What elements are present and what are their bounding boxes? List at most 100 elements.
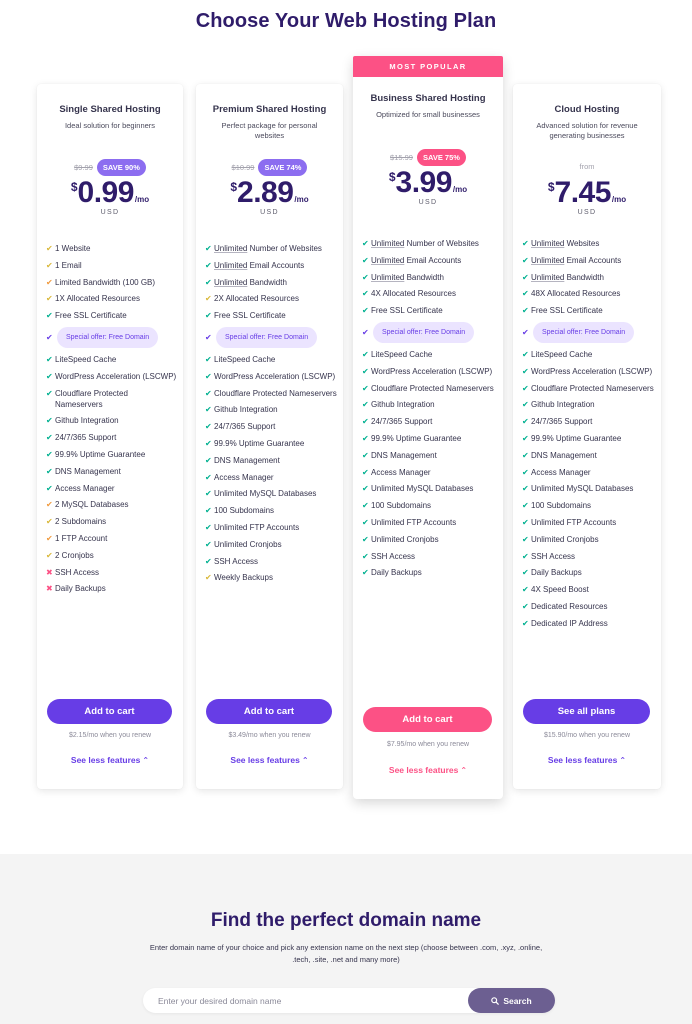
- feature-item: ✔ DNS Management: [46, 466, 177, 477]
- feature-item-special-offer: ✔ Special offer: Free Domain: [46, 326, 177, 348]
- check-icon: ✔: [362, 417, 369, 427]
- feature-label: Websites: [564, 239, 600, 248]
- feature-text: WordPress Acceleration (LSCWP): [531, 366, 652, 377]
- see-less-features-link[interactable]: See less features ⌃: [353, 765, 503, 775]
- feature-tooltip-term[interactable]: Unlimited: [371, 239, 404, 248]
- check-icon: ✔: [46, 244, 53, 253]
- check-icon: ✔: [46, 388, 53, 398]
- plan-description: Ideal solution for beginners: [64, 121, 156, 130]
- feature-item: ✔ Daily Backups: [362, 567, 497, 578]
- feature-item: ✔ Unlimited FTP Accounts: [522, 517, 655, 528]
- check-icon: ✔: [522, 568, 529, 578]
- feature-text: Access Manager: [55, 483, 115, 494]
- feature-item: ✔ Free SSL Certificate: [362, 305, 497, 316]
- check-icon: ✔: [46, 466, 53, 476]
- feature-label: Unlimited FTP Accounts: [214, 522, 300, 532]
- feature-text: Unlimited Cronjobs: [214, 539, 282, 550]
- feature-text: Access Manager: [531, 467, 591, 478]
- check-icon: ✔: [522, 349, 529, 359]
- discount-row: $9.99 SAVE 90%: [37, 158, 183, 176]
- check-icon: ✔: [522, 585, 529, 595]
- see-less-features-link[interactable]: See less features ⌃: [37, 755, 183, 765]
- feature-tooltip-term[interactable]: Unlimited: [531, 239, 564, 248]
- check-icon: ✔: [362, 484, 369, 494]
- see-less-features-link[interactable]: See less features ⌃: [196, 755, 343, 765]
- feature-tooltip-term[interactable]: Unlimited: [214, 261, 247, 270]
- feature-tooltip-term[interactable]: Unlimited: [214, 278, 247, 287]
- feature-tooltip-term[interactable]: Unlimited: [531, 273, 564, 282]
- feature-item: ✔ Free SSL Certificate: [205, 310, 337, 321]
- feature-label: 24/7/365 Support: [55, 433, 117, 443]
- feature-item: ✔ Cloudflare Protected Nameservers: [362, 383, 497, 394]
- feature-label: Number of Websites: [247, 244, 322, 253]
- price-amount: 3.99: [395, 166, 453, 199]
- feature-label: Daily Backups: [55, 584, 106, 594]
- feature-text: Cloudflare Protected Nameservers: [371, 383, 494, 394]
- feature-label: Access Manager: [214, 472, 274, 482]
- feature-label: SSH Access: [531, 551, 576, 561]
- check-icon: ✔: [205, 260, 212, 270]
- feature-item: ✔ Unlimited MySQL Databases: [205, 488, 337, 499]
- check-icon: ✔: [205, 354, 212, 364]
- feature-text: Unlimited FTP Accounts: [371, 517, 456, 528]
- domain-title: Find the perfect domain name: [210, 910, 482, 931]
- check-icon: ✔: [522, 417, 529, 427]
- feature-list: ✔ Unlimited Number of Websites ✔ Unlimited …: [205, 243, 337, 589]
- feature-item: ✔ LiteSpeed Cache: [46, 354, 177, 365]
- chevron-up-icon: ⌃: [460, 766, 468, 775]
- check-icon: ✔: [522, 618, 529, 628]
- feature-label: 24/7/365 Support: [371, 417, 433, 427]
- special-offer-badge: Special offer: Free Domain: [57, 326, 159, 348]
- check-icon: ✔: [205, 438, 212, 448]
- feature-list: ✔ Unlimited Number of Websites ✔ Unlimited …: [362, 238, 497, 584]
- check-icon: ✔: [205, 311, 212, 321]
- feature-text: Cloudflare Protected Nameservers: [531, 383, 654, 394]
- feature-text: Unlimited Bandwidth: [214, 277, 287, 288]
- feature-item: ✔ Unlimited MySQL Databases: [362, 483, 497, 494]
- feature-tooltip-term[interactable]: Unlimited: [371, 256, 404, 265]
- feature-tooltip-term[interactable]: Unlimited: [214, 244, 247, 253]
- add-to-cart-button[interactable]: Add to cart: [47, 699, 172, 724]
- feature-label: Unlimited MySQL Databases: [214, 489, 317, 499]
- see-all-plans-button[interactable]: See all plans: [523, 699, 650, 724]
- feature-item: ✔ Unlimited Email Accounts: [522, 255, 655, 266]
- feature-label: SSH Access: [214, 556, 259, 566]
- feature-label: SSH Access: [371, 551, 416, 561]
- see-less-label: See less features: [388, 765, 459, 775]
- price-amount: 0.99: [77, 176, 135, 209]
- discount-row: $10.99 SAVE 74%: [196, 158, 343, 176]
- check-icon: ✔: [205, 556, 212, 566]
- check-icon: ✔: [46, 354, 53, 364]
- feature-item: ✔ Unlimited FTP Accounts: [205, 522, 337, 533]
- feature-text: WordPress Acceleration (LSCWP): [371, 366, 492, 377]
- cross-icon: ✖: [46, 584, 53, 594]
- feature-text: 4X Allocated Resources: [371, 288, 456, 299]
- feature-item: ✔ SSH Access: [522, 551, 655, 562]
- search-button[interactable]: Search: [468, 988, 555, 1013]
- feature-item: ✔ LiteSpeed Cache: [205, 354, 337, 365]
- feature-item: ✔ Unlimited FTP Accounts: [362, 517, 497, 528]
- check-icon: ✔: [46, 533, 53, 543]
- add-to-cart-button[interactable]: Add to cart: [363, 707, 492, 732]
- feature-label: 1X Allocated Resources: [55, 294, 140, 304]
- plan-name: Premium Shared Hosting: [212, 104, 327, 115]
- feature-item: ✔ Dedicated IP Address: [522, 618, 655, 629]
- currency-code: USD: [100, 209, 120, 216]
- see-less-features-link[interactable]: See less features ⌃: [513, 755, 661, 765]
- feature-tooltip-term[interactable]: Unlimited: [531, 256, 564, 265]
- feature-label: Daily Backups: [371, 568, 422, 578]
- domain-search-input[interactable]: [143, 988, 469, 1013]
- feature-text: WordPress Acceleration (LSCWP): [55, 371, 176, 382]
- check-icon: ✔: [205, 371, 212, 381]
- feature-text: Unlimited Number of Websites: [371, 238, 479, 249]
- feature-label: Unlimited Cronjobs: [531, 534, 599, 544]
- feature-item: ✔ Access Manager: [362, 467, 497, 478]
- price: $ 3.99 /mo: [353, 166, 503, 200]
- check-icon: ✔: [362, 272, 369, 282]
- feature-tooltip-term[interactable]: Unlimited: [371, 273, 404, 282]
- feature-text: Github Integration: [531, 399, 595, 410]
- add-to-cart-button[interactable]: Add to cart: [206, 699, 332, 724]
- feature-label: 1 FTP Account: [55, 533, 108, 543]
- check-icon: ✔: [362, 450, 369, 460]
- feature-item: ✔ 99.9% Uptime Guarantee: [46, 449, 177, 460]
